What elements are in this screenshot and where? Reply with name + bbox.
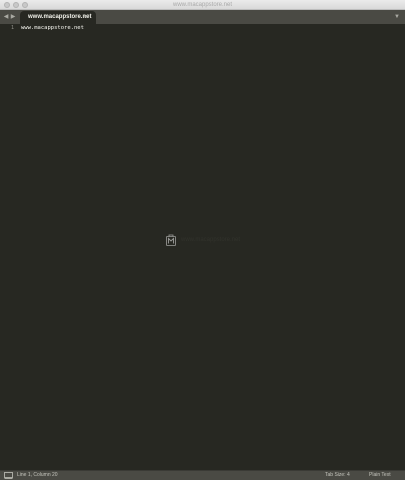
watermark: www.macappstore.net	[166, 234, 241, 248]
status-bar: Line 1, Column 20 Tab Size: 4 Plain Text	[0, 470, 405, 480]
line-number: 1	[10, 25, 14, 31]
console-icon[interactable]	[4, 472, 13, 479]
forward-arrow-icon[interactable]: ▶	[10, 12, 16, 22]
code-line[interactable]: www.macappstore.net	[21, 24, 84, 32]
tab-navigation: ◀ ▶	[3, 12, 16, 22]
title-bar: www.macappstore.net	[0, 0, 405, 10]
watermark-text: www.macappstore.net	[181, 237, 241, 243]
tab-bar: ◀ ▶ www.macappstore.net × ▼	[0, 10, 405, 24]
tab-close-icon[interactable]: ×	[83, 11, 87, 24]
tab-list-dropdown-icon[interactable]: ▼	[394, 12, 400, 22]
window-title: www.macappstore.net	[172, 2, 233, 8]
m-logo-icon	[166, 234, 176, 246]
tab-active[interactable]: www.macappstore.net ×	[20, 11, 96, 24]
syntax-selector[interactable]: Plain Text	[369, 471, 391, 480]
back-arrow-icon[interactable]: ◀	[3, 12, 9, 22]
tab-size-selector[interactable]: Tab Size: 4	[325, 471, 350, 480]
cursor-position: Line 1, Column 20	[17, 472, 58, 478]
